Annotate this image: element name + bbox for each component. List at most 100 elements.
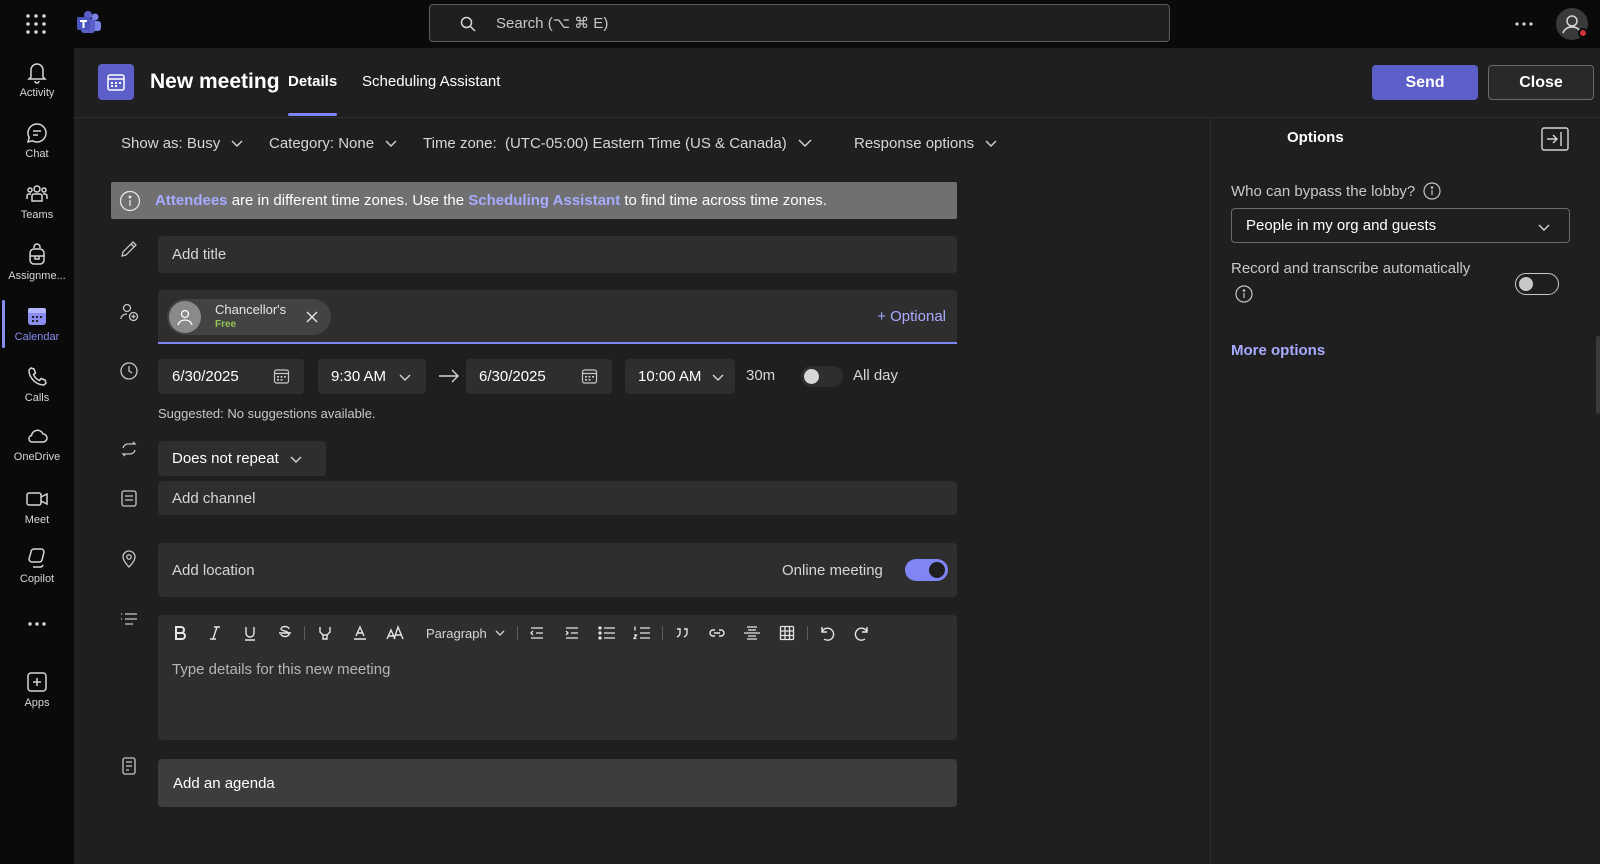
time-zone-dropdown[interactable]: Time zone: (UTC-05:00) Eastern Time (US … — [423, 130, 813, 156]
info-icon — [119, 190, 141, 211]
underline-icon[interactable] — [232, 619, 267, 647]
collapse-panel-icon[interactable] — [1541, 127, 1569, 151]
rail-item-copilot[interactable]: Copilot — [0, 538, 74, 594]
cloud-icon — [25, 424, 49, 448]
rail-label: Activity — [19, 87, 55, 99]
show-as-label: Show as: Busy — [121, 134, 221, 152]
highlight-icon[interactable] — [307, 619, 342, 647]
clock-icon — [120, 362, 138, 380]
info-icon[interactable] — [1423, 182, 1441, 200]
font-color-icon[interactable] — [342, 619, 377, 647]
more-icon[interactable] — [1512, 12, 1536, 36]
toolbar-divider — [304, 626, 305, 640]
attendee-name: Chancellor's — [215, 302, 287, 317]
chevron-down-icon — [712, 374, 724, 381]
send-button[interactable]: Send — [1372, 65, 1478, 100]
duration-label: 30m — [746, 367, 776, 384]
paragraph-style-dropdown[interactable]: Paragraph — [412, 626, 515, 641]
font-size-icon[interactable] — [377, 619, 412, 647]
start-date: 6/30/2025 — [172, 368, 239, 385]
link-icon[interactable] — [700, 619, 735, 647]
remove-attendee-icon[interactable] — [305, 310, 319, 324]
scheduling-assistant-link[interactable]: Scheduling Assistant — [468, 192, 620, 209]
calendar-icon — [25, 304, 49, 328]
bold-icon[interactable] — [162, 619, 197, 647]
quote-icon[interactable] — [665, 619, 700, 647]
show-as-dropdown[interactable]: Show as: Busy — [121, 130, 244, 156]
rail-item-activity[interactable]: Activity — [0, 52, 74, 108]
horizontal-rule-icon[interactable] — [735, 619, 770, 647]
chat-icon — [25, 121, 49, 145]
pencil-icon — [121, 241, 137, 257]
teams-logo[interactable] — [76, 10, 102, 36]
title-field[interactable] — [158, 236, 957, 273]
lobby-bypass-dropdown[interactable]: People in my org and guests — [1231, 208, 1570, 243]
all-day-toggle[interactable] — [801, 366, 843, 387]
calendar-icon — [98, 64, 134, 100]
record-transcribe-toggle[interactable] — [1515, 273, 1559, 295]
rail-label: Chat — [25, 148, 49, 160]
scrollbar-handle[interactable] — [1596, 336, 1600, 414]
app-rail: Activity Chat Teams Assignme... Calendar… — [0, 48, 74, 864]
teams-icon — [25, 182, 49, 206]
decrease-indent-icon[interactable] — [520, 619, 555, 647]
chevron-down-icon — [290, 456, 302, 463]
search-input[interactable] — [496, 5, 1096, 41]
add-optional-link[interactable]: + Optional — [877, 308, 946, 325]
end-date-picker[interactable]: 6/30/2025 — [466, 359, 612, 394]
title-input[interactable] — [158, 236, 957, 273]
undo-icon[interactable] — [810, 619, 845, 647]
rail-item-assignments[interactable]: Assignme... — [0, 235, 74, 291]
backpack-icon — [25, 243, 49, 267]
more-apps-icon — [25, 612, 49, 636]
rail-label: Apps — [24, 697, 50, 709]
strikethrough-icon[interactable] — [267, 619, 302, 647]
close-button[interactable]: Close — [1488, 65, 1594, 100]
options-title: Options — [1287, 129, 1344, 146]
attendee-chip[interactable]: Chancellor's Free — [167, 299, 331, 335]
agenda-label: Add an agenda — [173, 774, 275, 792]
category-label: Category: None — [269, 134, 375, 152]
start-time-dropdown[interactable]: 9:30 AM — [318, 359, 426, 394]
numbered-list-icon[interactable] — [625, 619, 660, 647]
rail-item-onedrive[interactable]: OneDrive — [0, 416, 74, 472]
rail-item-more-apps[interactable] — [0, 604, 74, 660]
app-launcher-icon[interactable] — [24, 12, 48, 36]
location-input[interactable] — [158, 543, 718, 597]
table-icon[interactable] — [770, 619, 805, 647]
end-time-dropdown[interactable]: 10:00 AM — [625, 359, 735, 394]
italic-icon[interactable] — [197, 619, 232, 647]
response-options-dropdown[interactable]: Response options — [854, 130, 998, 156]
details-textarea[interactable] — [158, 655, 957, 735]
search-box[interactable] — [429, 4, 1170, 42]
repeat-dropdown[interactable]: Does not repeat — [158, 441, 326, 476]
presence-status-icon — [1578, 28, 1588, 38]
rail-item-calls[interactable]: Calls — [0, 357, 74, 413]
more-options-link[interactable]: More options — [1231, 342, 1325, 359]
copilot-icon — [25, 546, 49, 570]
location-field: Online meeting — [158, 543, 957, 597]
attendees-field[interactable]: Chancellor's Free + Optional — [158, 290, 957, 344]
rail-item-meet[interactable]: Meet — [0, 479, 74, 535]
add-agenda-button[interactable]: Add an agenda — [158, 759, 957, 807]
start-date-picker[interactable]: 6/30/2025 — [158, 359, 304, 394]
rail-item-apps[interactable]: Apps — [0, 662, 74, 718]
rail-item-chat[interactable]: Chat — [0, 113, 74, 169]
rail-item-calendar[interactable]: Calendar — [0, 296, 74, 352]
tab-details[interactable]: Details — [288, 73, 338, 116]
info-icon[interactable] — [1235, 285, 1253, 303]
category-dropdown[interactable]: Category: None — [269, 130, 398, 156]
online-meeting-toggle[interactable] — [905, 559, 948, 581]
redo-icon[interactable] — [845, 619, 880, 647]
details-editor: Paragraph — [158, 615, 957, 740]
toolbar-divider — [806, 626, 808, 640]
attendees-link[interactable]: Attendees — [155, 192, 228, 209]
increase-indent-icon[interactable] — [555, 619, 590, 647]
bullet-list-icon[interactable] — [590, 619, 625, 647]
tab-scheduling-assistant[interactable]: Scheduling Assistant — [362, 73, 500, 90]
channel-field[interactable] — [158, 481, 957, 515]
rail-item-teams[interactable]: Teams — [0, 174, 74, 230]
lobby-label: Who can bypass the lobby? — [1231, 182, 1441, 200]
channel-input[interactable] — [158, 481, 957, 515]
banner-text: are in different time zones. Use the — [227, 192, 469, 209]
